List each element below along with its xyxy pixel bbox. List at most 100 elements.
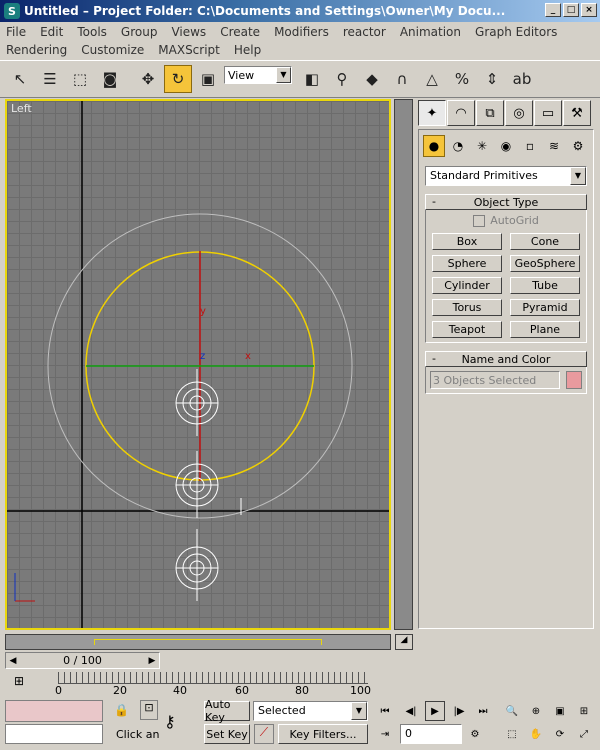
selection-status-field[interactable]: [5, 700, 103, 722]
cameras-icon[interactable]: ◉: [495, 135, 517, 157]
menu-edit[interactable]: Edit: [40, 25, 63, 39]
menu-file[interactable]: File: [6, 25, 26, 39]
cylinder-button[interactable]: Cylinder: [432, 277, 502, 294]
primitive-category-dropdown[interactable]: Standard Primitives ▼: [425, 166, 587, 186]
angle-snap-icon[interactable]: △: [418, 65, 446, 93]
rotate-icon[interactable]: ↻: [164, 65, 192, 93]
pyramid-button[interactable]: Pyramid: [510, 299, 580, 316]
menu-customize[interactable]: Customize: [81, 43, 144, 57]
object-color-swatch[interactable]: [566, 371, 582, 389]
select-arrow-icon[interactable]: ↖: [6, 65, 34, 93]
select-manipulate-icon[interactable]: ⚲: [328, 65, 356, 93]
set-key-button[interactable]: Set Key: [204, 724, 250, 744]
auto-key-button[interactable]: Auto Key: [204, 698, 250, 724]
menu-rendering[interactable]: Rendering: [6, 43, 67, 57]
window-crossing-icon[interactable]: ◙: [96, 65, 124, 93]
spinner-snap-icon[interactable]: ⇕: [478, 65, 506, 93]
viewport-label[interactable]: Left: [11, 102, 32, 115]
object-name-field[interactable]: 3 Objects Selected: [430, 371, 560, 389]
autogrid-checkbox[interactable]: [473, 214, 486, 227]
menu-modifiers[interactable]: Modifiers: [274, 25, 329, 39]
systems-icon[interactable]: ⚙: [567, 135, 589, 157]
key-filters-button[interactable]: Key Filters...: [278, 724, 368, 744]
scale-icon[interactable]: ▣: [194, 65, 222, 93]
track-bar[interactable]: [5, 634, 391, 650]
chevron-right-icon[interactable]: ▶: [145, 656, 159, 666]
plane-button[interactable]: Plane: [510, 321, 580, 338]
keyboard-shortcut-icon[interactable]: ◆: [358, 65, 386, 93]
menu-reactor[interactable]: reactor: [343, 25, 386, 39]
lights-icon[interactable]: ✳: [471, 135, 493, 157]
menu-views[interactable]: Views: [171, 25, 206, 39]
minimize-button[interactable]: _: [545, 3, 561, 17]
menu-group[interactable]: Group: [121, 25, 158, 39]
named-selection-icon[interactable]: ab: [508, 65, 536, 93]
shapes-icon[interactable]: ◔: [447, 135, 469, 157]
lock-icon[interactable]: 🔒: [114, 703, 129, 717]
hierarchy-tab-icon[interactable]: ⧉: [476, 100, 504, 126]
display-tab-icon[interactable]: ▭: [534, 100, 562, 126]
previous-frame-icon[interactable]: ◀|: [401, 701, 421, 721]
key-tangent-icon[interactable]: ⟋: [254, 724, 274, 744]
timeline-ruler[interactable]: ⊞ 0 20 40 60 80 100: [10, 672, 400, 698]
create-tab-icon[interactable]: ✦: [418, 100, 446, 126]
menu-help[interactable]: Help: [234, 43, 261, 57]
next-frame-icon[interactable]: |▶: [449, 701, 469, 721]
time-slider[interactable]: ◀ 0 / 100 ▶: [5, 652, 160, 669]
modify-tab-icon[interactable]: ◠: [447, 100, 475, 126]
pan-icon[interactable]: ✋: [526, 724, 546, 744]
cone-button[interactable]: Cone: [510, 233, 580, 250]
teapot-button[interactable]: Teapot: [432, 321, 502, 338]
sphere-button[interactable]: Sphere: [432, 255, 502, 272]
menu-graph-editors[interactable]: Graph Editors: [475, 25, 557, 39]
menu-create[interactable]: Create: [220, 25, 260, 39]
time-config-icon[interactable]: ⚙: [465, 724, 485, 744]
helpers-icon[interactable]: ▫: [519, 135, 541, 157]
zoom-icon[interactable]: 🔍: [502, 701, 522, 721]
spacewarps-icon[interactable]: ≋: [543, 135, 565, 157]
utilities-tab-icon[interactable]: ⚒: [563, 100, 591, 126]
name-color-rollout-header[interactable]: - Name and Color: [425, 351, 587, 367]
command-panel-tabs: ✦ ◠ ⧉ ◎ ▭ ⚒: [418, 100, 594, 128]
maximize-viewport-icon[interactable]: ⤢: [574, 724, 594, 744]
maxscript-listener-field[interactable]: [5, 724, 103, 744]
current-frame-field[interactable]: 0: [400, 724, 462, 744]
timeline-toggle-icon[interactable]: ⊞: [14, 674, 34, 692]
go-to-end-icon[interactable]: ⏭: [473, 701, 493, 721]
key-mode-toggle-icon[interactable]: ⇥: [375, 724, 395, 744]
geosphere-button[interactable]: GeoSphere: [510, 255, 580, 272]
chevron-left-icon[interactable]: ◀: [6, 656, 20, 666]
tube-button[interactable]: Tube: [510, 277, 580, 294]
zoom-all-icon[interactable]: ⊕: [526, 701, 546, 721]
snap-3d-icon[interactable]: ∩: [388, 65, 416, 93]
object-type-rollout-header[interactable]: - Object Type: [425, 194, 587, 210]
select-by-name-icon[interactable]: ☰: [36, 65, 64, 93]
go-to-start-icon[interactable]: ⏮: [375, 701, 395, 721]
zoom-extents-all-icon[interactable]: ⊞: [574, 701, 594, 721]
region-zoom-icon[interactable]: ⬚: [502, 724, 522, 744]
rect-selection-icon[interactable]: ⬚: [66, 65, 94, 93]
torus-button[interactable]: Torus: [432, 299, 502, 316]
pivot-center-icon[interactable]: ◧: [298, 65, 326, 93]
reference-coordinate-dropdown[interactable]: View ▼: [224, 66, 292, 84]
geometry-icon[interactable]: ●: [423, 135, 445, 157]
autogrid-option[interactable]: AutoGrid: [430, 214, 582, 227]
menu-animation[interactable]: Animation: [400, 25, 461, 39]
percent-snap-icon[interactable]: %: [448, 65, 476, 93]
menu-maxscript[interactable]: MAXScript: [158, 43, 220, 57]
menu-tools[interactable]: Tools: [77, 25, 107, 39]
absolute-mode-icon[interactable]: ⊡: [140, 700, 158, 720]
close-button[interactable]: ×: [581, 3, 597, 17]
key-mode-dropdown[interactable]: Selected ▼: [253, 701, 368, 721]
viewport-left[interactable]: Left z x y: [5, 99, 391, 630]
play-icon[interactable]: ▶: [425, 701, 445, 721]
arc-rotate-icon[interactable]: ⟳: [550, 724, 570, 744]
move-icon[interactable]: ✥: [134, 65, 162, 93]
zoom-extents-icon[interactable]: ▣: [550, 701, 570, 721]
track-bar-toggle-icon[interactable]: ◢: [395, 634, 413, 650]
box-button[interactable]: Box: [432, 233, 502, 250]
viewport-side-strip[interactable]: [394, 99, 413, 630]
key-icon[interactable]: ⚷: [164, 712, 176, 731]
motion-tab-icon[interactable]: ◎: [505, 100, 533, 126]
maximize-button[interactable]: □: [563, 3, 579, 17]
